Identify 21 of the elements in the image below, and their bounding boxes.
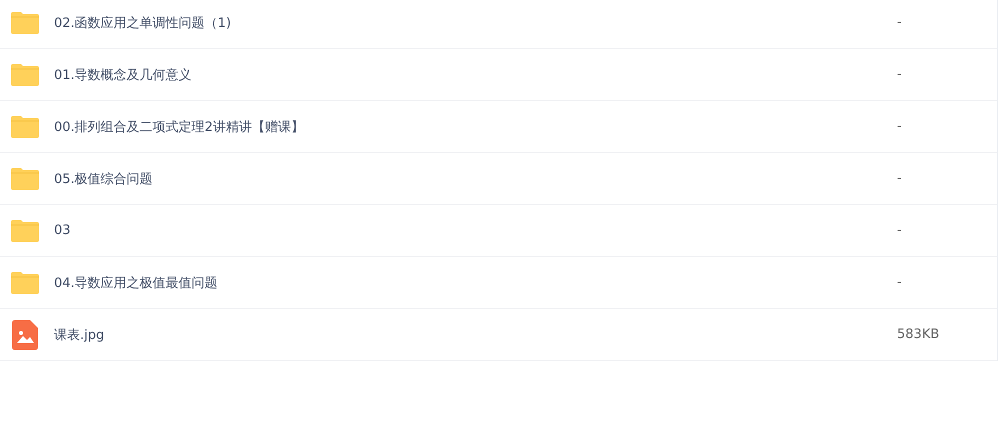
file-size: - bbox=[897, 119, 903, 134]
file-name[interactable]: 02.函数应用之单调性问题（1) bbox=[54, 14, 897, 32]
file-name[interactable]: 04.导数应用之极值最值问题 bbox=[54, 274, 897, 292]
file-size: 583KB bbox=[897, 327, 940, 342]
folder-icon bbox=[10, 270, 40, 294]
file-size: - bbox=[897, 67, 903, 82]
folder-icon bbox=[10, 10, 40, 34]
image-file-icon bbox=[12, 320, 38, 350]
folder-icon bbox=[10, 218, 40, 242]
file-name[interactable]: 03 bbox=[54, 223, 897, 238]
folder-icon bbox=[10, 166, 40, 190]
file-size: - bbox=[897, 223, 903, 238]
file-size: - bbox=[897, 15, 903, 30]
file-name[interactable]: 05.极值综合问题 bbox=[54, 170, 897, 188]
file-name[interactable]: 01.导数概念及几何意义 bbox=[54, 66, 897, 84]
file-size: - bbox=[897, 275, 903, 290]
folder-icon bbox=[10, 62, 40, 86]
folder-icon bbox=[10, 114, 40, 138]
file-name[interactable]: 00.排列组合及二项式定理2讲精讲【赠课】 bbox=[54, 118, 897, 136]
file-name[interactable]: 课表.jpg bbox=[54, 326, 897, 344]
file-size: - bbox=[897, 171, 903, 186]
